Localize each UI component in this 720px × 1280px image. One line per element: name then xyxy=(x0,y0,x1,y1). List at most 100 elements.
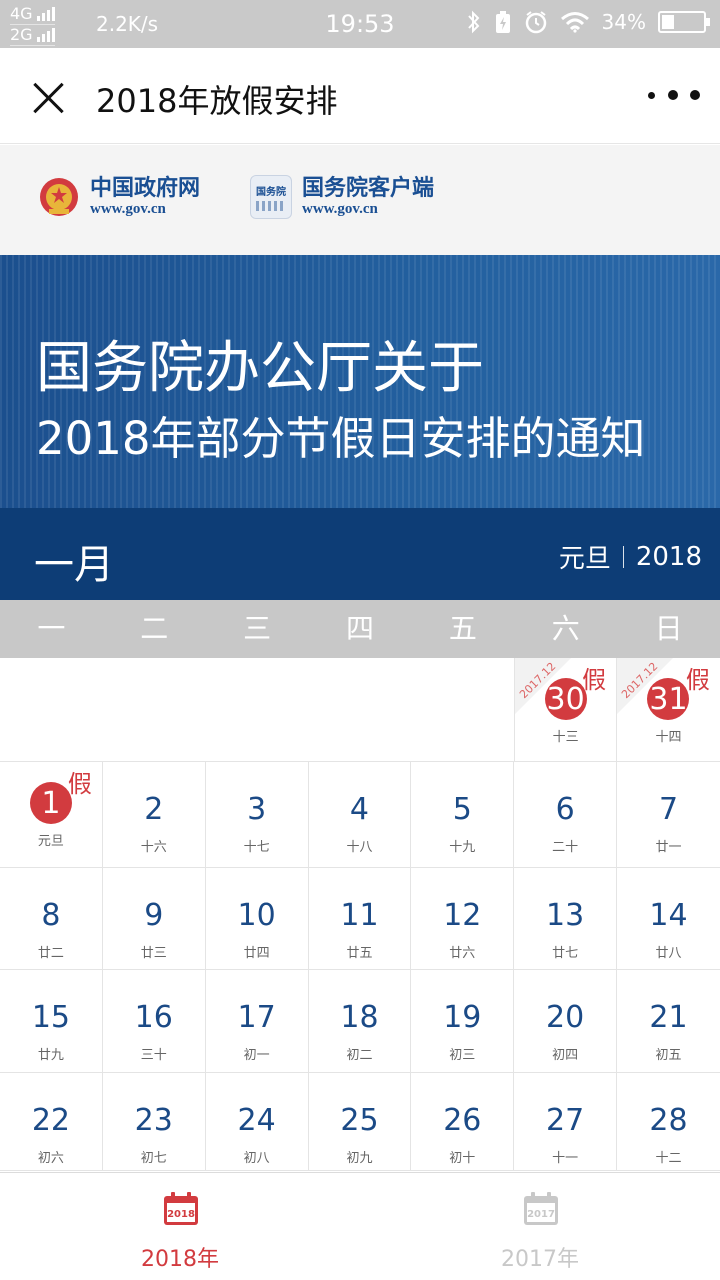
calendar-day-cell[interactable]: 16 三十 xyxy=(103,970,206,1072)
close-button[interactable] xyxy=(26,76,70,120)
day-number: 16 xyxy=(134,1000,173,1035)
calendar-week-row: 2017.12 假 30 十三 2017.12 假 31 十四 xyxy=(0,658,720,762)
calendar-day-cell[interactable]: 3 十七 xyxy=(206,762,309,867)
day-number: 19 xyxy=(443,1000,482,1035)
lunar-date: 廿八 xyxy=(655,946,682,961)
calendar-day-cell[interactable]: 11 廿五 xyxy=(309,868,412,969)
weekday-label: 一 xyxy=(37,612,66,645)
lunar-date: 初四 xyxy=(552,1048,579,1063)
calendar-day-cell[interactable]: 2017.12 假 30 十三 xyxy=(514,658,618,761)
day-number: 3 xyxy=(247,792,267,827)
calendar-day-cell[interactable]: 27 十一 xyxy=(514,1073,618,1170)
calendar-day-cell[interactable]: 13 廿七 xyxy=(514,868,618,969)
calendar-day-cell[interactable]: 7 廿一 xyxy=(617,762,720,867)
day-number: 10 xyxy=(237,898,276,933)
calendar-day-cell[interactable]: 假 1 元旦 xyxy=(0,762,103,867)
calendar-day-cell[interactable]: 2017.12 假 31 十四 xyxy=(617,658,720,761)
lunar-date: 廿九 xyxy=(37,1048,64,1063)
day-number: 11 xyxy=(340,898,379,933)
lunar-date: 廿七 xyxy=(552,946,579,961)
year-tab-bar: 2018 2018年 2017 2017年 xyxy=(0,1172,720,1280)
lunar-date: 十四 xyxy=(655,730,682,745)
month-year: 2018 xyxy=(635,541,702,572)
lunar-date: 初八 xyxy=(243,1151,270,1166)
calendar-day-cell[interactable]: 15 廿九 xyxy=(0,970,103,1072)
tab-icon-year: 2017 xyxy=(527,1209,555,1220)
lunar-date: 三十 xyxy=(140,1048,167,1063)
lunar-date: 初二 xyxy=(346,1048,373,1063)
lunar-date: 廿四 xyxy=(243,946,270,961)
holiday-day-number: 1 xyxy=(29,782,72,824)
day-number: 2 xyxy=(144,792,164,827)
calendar-day-cell[interactable]: 22 初六 xyxy=(0,1073,103,1170)
day-number: 6 xyxy=(555,792,575,827)
weekday-label: 五 xyxy=(448,612,477,645)
tab-icon-year: 2018 xyxy=(167,1209,195,1220)
status-bar: 4G 2G 2.2K/s 19:53 34% xyxy=(0,0,720,48)
month-header: 一月 元旦 2018 xyxy=(0,508,720,600)
national-emblem-icon xyxy=(40,178,78,216)
calendar-day-cell[interactable]: 6 二十 xyxy=(514,762,618,867)
day-number: 27 xyxy=(546,1103,585,1138)
divider xyxy=(622,545,624,568)
month-holiday-name: 元旦 xyxy=(558,544,611,574)
day-number: 7 xyxy=(658,792,679,827)
weekday-label: 二 xyxy=(140,612,169,645)
day-number: 26 xyxy=(443,1103,482,1138)
calendar-day-cell[interactable]: 25 初九 xyxy=(309,1073,412,1170)
month-name: 一月 xyxy=(34,542,114,588)
calendar-day-cell[interactable]: 14 廿八 xyxy=(617,868,720,969)
lunar-date: 十九 xyxy=(449,840,476,855)
calendar-day-cell[interactable]: 8 廿二 xyxy=(0,868,103,969)
calendar-empty-cell xyxy=(206,658,309,761)
calendar-grid: 2017.12 假 30 十三 2017.12 假 31 十四假 1 元旦 2 十六 3 十七 4 十八 5 十九… xyxy=(0,658,720,1171)
tab-2018[interactable]: 2018 2018年 xyxy=(0,1173,360,1280)
calendar-day-cell[interactable]: 19 初三 xyxy=(411,970,515,1072)
lunar-date: 初九 xyxy=(346,1151,373,1166)
day-number: 25 xyxy=(340,1103,379,1138)
wifi-icon xyxy=(560,12,589,33)
calendar-icon: 2018 xyxy=(164,1192,198,1225)
calendar-day-cell[interactable]: 9 廿三 xyxy=(103,868,206,969)
calendar-day-cell[interactable]: 2 十六 xyxy=(103,762,206,867)
calendar-day-cell[interactable]: 10 廿四 xyxy=(206,868,309,969)
day-number: 15 xyxy=(31,1000,71,1035)
calendar-day-cell[interactable]: 4 十八 xyxy=(309,762,412,867)
day-number: 21 xyxy=(649,1000,688,1035)
battery-percent: 34% xyxy=(601,10,646,34)
calendar-day-cell[interactable]: 28 十二 xyxy=(617,1073,720,1170)
banner-title-line1: 国务院办公厅关于 xyxy=(36,336,484,401)
lunar-date: 初七 xyxy=(140,1151,167,1166)
holiday-mark: 假 xyxy=(67,770,92,798)
calendar-day-cell[interactable]: 26 初十 xyxy=(411,1073,515,1170)
calendar-week-row: 8 廿二 9 廿三 10 廿四 11 廿五 12 廿六 13 廿七 14 廿八 xyxy=(0,868,720,970)
lunar-date: 廿一 xyxy=(655,840,682,855)
calendar-day-cell[interactable]: 20 初四 xyxy=(514,970,618,1072)
calendar-day-cell[interactable]: 24 初八 xyxy=(206,1073,309,1170)
calendar-day-cell[interactable]: 18 初二 xyxy=(309,970,412,1072)
calendar-day-cell[interactable]: 21 初五 xyxy=(617,970,720,1072)
holiday-mark: 假 xyxy=(685,666,710,694)
lunar-date: 初三 xyxy=(449,1048,476,1063)
app-url: www.gov.cn xyxy=(302,201,378,217)
app-logo: 国务院 国务院客户端 www.gov.cn xyxy=(250,175,434,219)
lunar-date: 十一 xyxy=(552,1151,579,1166)
more-options-button[interactable] xyxy=(648,84,700,106)
calendar-day-cell[interactable]: 5 十九 xyxy=(411,762,515,867)
lunar-date: 十八 xyxy=(346,840,373,855)
gov-site-name: 中国政府网 xyxy=(90,175,201,201)
app-badge-text: 国务院 xyxy=(256,187,286,198)
lunar-date: 初十 xyxy=(449,1151,476,1166)
lunar-date: 十六 xyxy=(140,840,167,855)
bluetooth-icon xyxy=(467,10,479,34)
alarm-icon xyxy=(525,11,546,34)
calendar-day-cell[interactable]: 12 廿六 xyxy=(411,868,515,969)
calendar-day-cell[interactable]: 17 初一 xyxy=(206,970,309,1072)
status-icons: 34% xyxy=(466,10,710,34)
lunar-date: 廿三 xyxy=(140,946,167,961)
calendar-day-cell[interactable]: 23 初七 xyxy=(103,1073,206,1170)
page-title: 2018年放假安排 xyxy=(96,82,338,120)
day-number: 14 xyxy=(649,898,688,933)
weekday-label: 日 xyxy=(654,612,683,645)
tab-2017[interactable]: 2017 2017年 xyxy=(360,1173,720,1280)
